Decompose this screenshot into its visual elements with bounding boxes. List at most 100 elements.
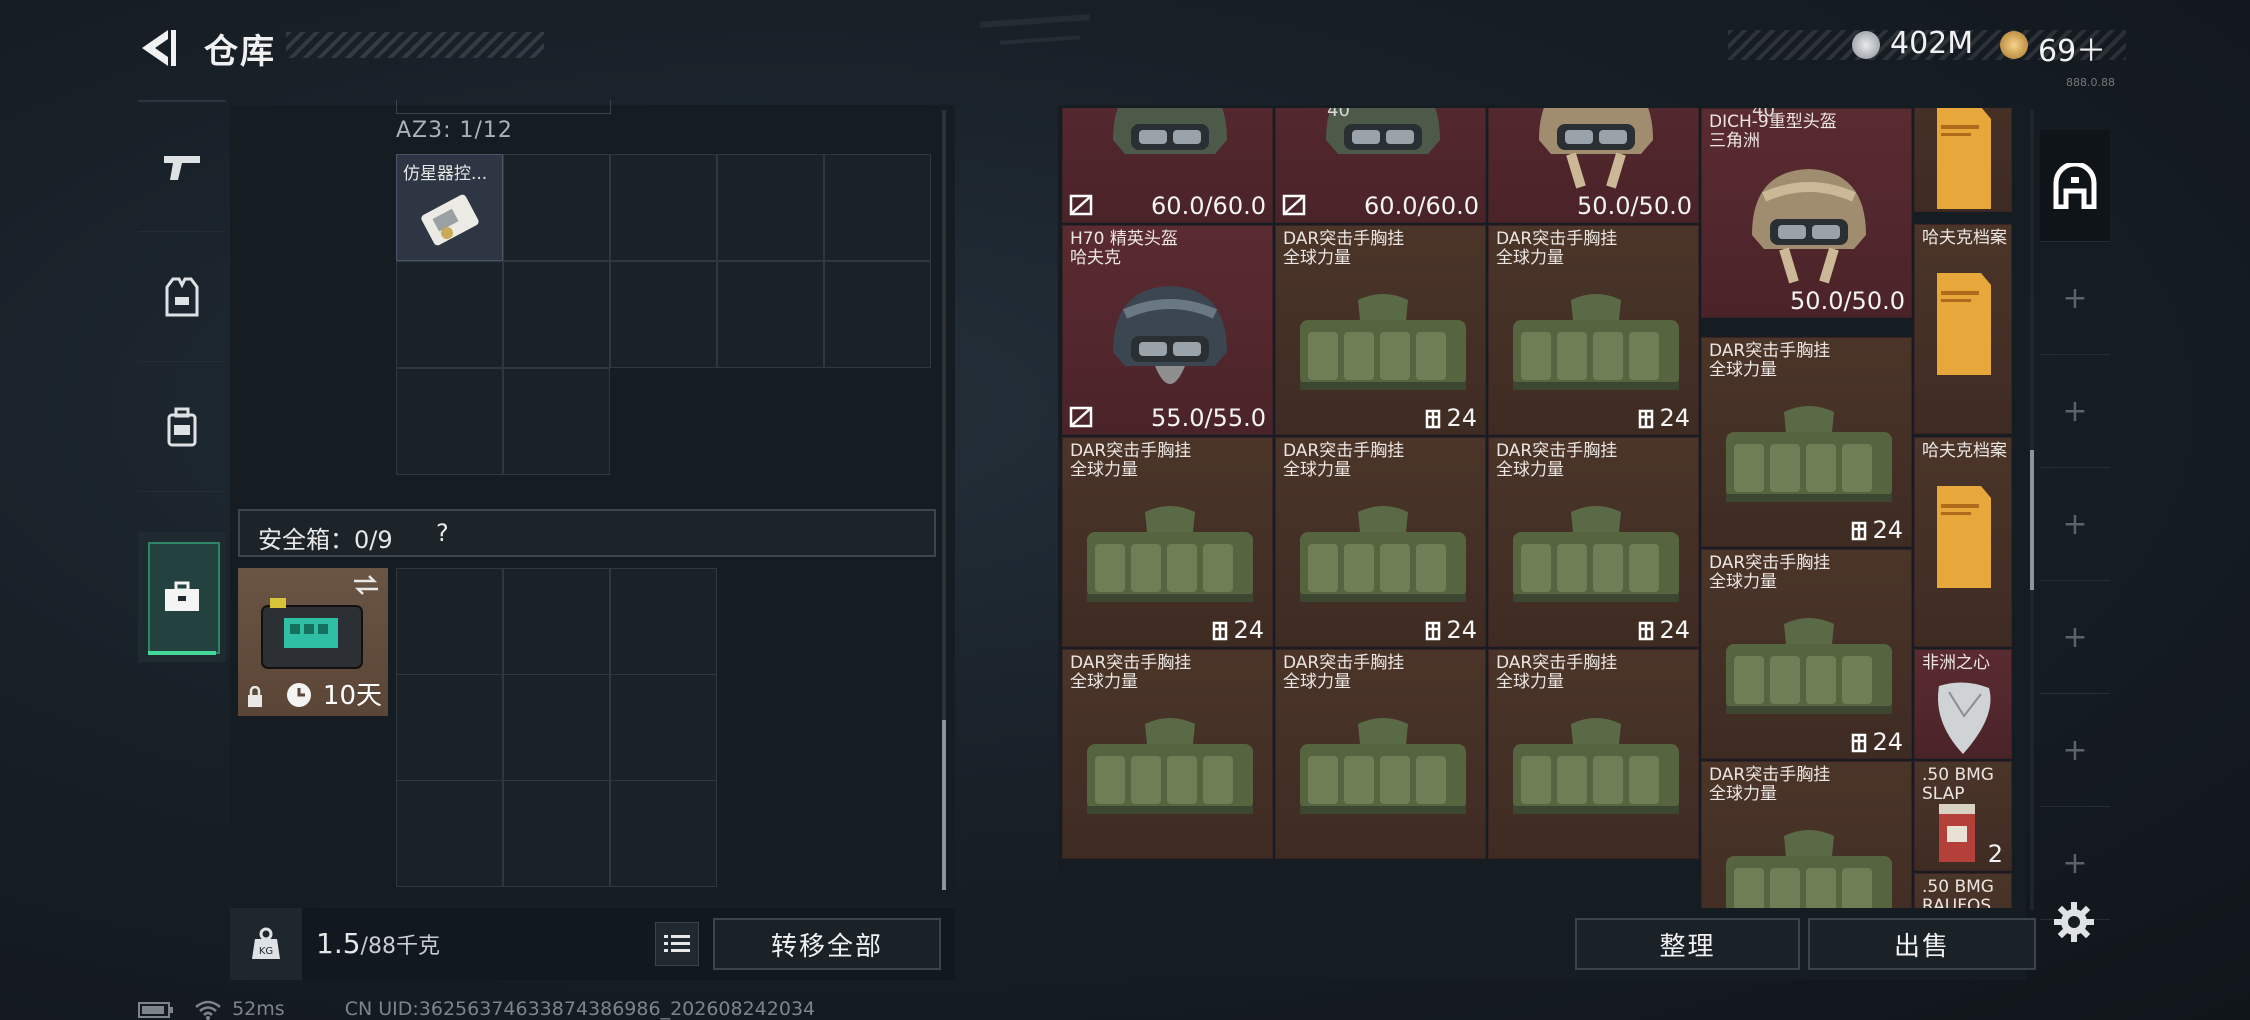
item-name: DAR突击手胸挂 全球力量 <box>1709 765 1831 804</box>
grid-cell[interactable] <box>610 154 717 261</box>
helmet-icon <box>1538 108 1653 189</box>
settings-gear-icon[interactable] <box>2052 900 2096 944</box>
inventory-item[interactable]: .50 BMG SLAP 2 <box>1914 761 2012 871</box>
item-name: 哈夫克档案 <box>1922 228 2007 248</box>
grid-cell[interactable] <box>503 674 610 781</box>
grid-cell[interactable] <box>610 674 717 781</box>
inventory-item[interactable]: DAR突击手胸挂 全球力量 24 <box>1488 437 1699 647</box>
item-name: 非洲之心 <box>1922 653 1990 673</box>
quick-slot[interactable]: + <box>2040 243 2110 355</box>
chest-rig-icon <box>1512 718 1679 814</box>
grid-cell[interactable] <box>503 568 610 675</box>
uid-label: CN UID:362563746338743869​86_20260824203… <box>344 998 816 1020</box>
item-subtitle: 三角洲 <box>1709 131 1760 151</box>
inventory-item[interactable]: DAR突击手胸挂 全球力量 <box>1062 649 1273 859</box>
sell-button[interactable]: 出售 <box>1808 918 2036 970</box>
chest-rig-icon <box>1725 618 1892 714</box>
item-subtitle: 全球力量 <box>1070 672 1138 692</box>
grid-cell[interactable] <box>610 261 717 368</box>
tab-weapon[interactable] <box>138 102 226 232</box>
quick-slot[interactable]: + <box>2040 356 2110 468</box>
capacity-icon <box>1213 621 1228 641</box>
inventory-item[interactable] <box>1914 108 2012 212</box>
quick-slot[interactable]: + <box>2040 582 2110 694</box>
quick-slot-selected[interactable] <box>2040 130 2110 242</box>
sort-button[interactable]: 整理 <box>1575 918 1800 970</box>
stack-count: 24 <box>1637 616 1690 644</box>
scrollbar-thumb[interactable] <box>942 720 946 890</box>
stack-count: 24 <box>1850 516 1903 544</box>
tab-backpack[interactable] <box>138 362 226 492</box>
inventory-item[interactable]: DAR突击手胸挂 全球力量 24 <box>1275 437 1486 647</box>
side-tabs <box>138 100 226 672</box>
weight-current: 1.5 <box>316 927 361 960</box>
inventory-item[interactable]: 非洲之心 <box>1914 649 2012 759</box>
durability-value: 50.0/50.0 <box>1790 287 1905 315</box>
diamond-icon <box>1938 682 1991 754</box>
version-label: 888.0.88 <box>2066 76 2115 89</box>
controller-device-icon <box>421 194 479 246</box>
grid-cell[interactable] <box>396 780 503 887</box>
inventory-item[interactable]: GT5 指挥官头盔全球力量 60.0/60.0 <box>1062 108 1273 223</box>
inventory-item[interactable]: 仿星器控... <box>396 154 503 261</box>
grid-cell[interactable] <box>717 154 824 261</box>
item-name: DAR突击手胸挂 全球力量 <box>1283 653 1405 692</box>
item-name: DAR突击手胸挂 全球力量 <box>1709 553 1831 592</box>
chest-rig-icon <box>1512 294 1679 390</box>
grid-cell[interactable] <box>824 261 931 368</box>
inventory-item[interactable]: DICH-9重型头盔三角洲 50.0/50.0 <box>1488 108 1699 223</box>
grid-cell[interactable] <box>503 368 610 475</box>
chest-rig-icon <box>1086 718 1253 814</box>
help-icon[interactable]: ? <box>436 519 449 547</box>
inventory-item[interactable]: GT5 指挥官头盔全球力量 60.0/60.0 <box>1275 108 1486 223</box>
stack-count: 24 <box>1850 728 1903 756</box>
silver-coin-icon <box>1852 31 1880 59</box>
grid-cell[interactable] <box>503 780 610 887</box>
item-subtitle: RAUFOS <box>1922 896 1992 909</box>
inventory-item[interactable]: DAR突击手胸挂 全球力量 24 <box>1488 225 1699 435</box>
inventory-item[interactable]: DICH-9重型头盔三角洲 50.0/50.0 <box>1701 108 1912 318</box>
grid-cell[interactable] <box>503 261 610 368</box>
clock-icon <box>287 683 311 707</box>
gold-currency-value[interactable]: 69＋ <box>2038 26 2106 70</box>
swap-icon[interactable] <box>352 574 380 596</box>
inventory-item[interactable]: .50 BMG RAUFOS <box>1914 873 2012 908</box>
quick-slot[interactable]: + <box>2040 695 2110 807</box>
grid-cell[interactable] <box>396 568 503 675</box>
grid-cell[interactable] <box>824 154 931 261</box>
safebox-item[interactable]: 10天 <box>238 568 388 716</box>
durability-value: 50.0/50.0 <box>1577 192 1692 220</box>
list-view-button[interactable] <box>655 922 699 966</box>
grid-cell[interactable] <box>610 568 717 675</box>
title-decoration <box>286 32 544 58</box>
quick-slot[interactable]: + <box>2040 469 2110 581</box>
tab-safebox[interactable] <box>138 532 226 662</box>
stash-scrollbar-thumb[interactable] <box>2030 450 2034 590</box>
inventory-item[interactable]: DAR突击手胸挂 全球力量 <box>1488 649 1699 859</box>
grid-cell[interactable] <box>610 780 717 887</box>
inventory-item[interactable]: H70 精英头盔 哈夫克 55.0/55.0 <box>1062 225 1273 435</box>
document-folder-icon <box>1937 273 1991 375</box>
document-folder-icon <box>1937 108 1991 209</box>
grid-cell[interactable] <box>396 674 503 781</box>
inventory-item[interactable]: 哈夫克档案 <box>1914 437 2012 647</box>
silver-currency-value: 402M <box>1890 26 1974 61</box>
grid-cell[interactable] <box>717 261 824 368</box>
inventory-item[interactable]: 哈夫克档案 <box>1914 224 2012 434</box>
count-value: 2 <box>1987 840 2003 868</box>
inventory-item[interactable]: DAR突击手胸挂 全球力量 24 <box>1701 549 1912 759</box>
tab-armor[interactable] <box>138 232 226 362</box>
inventory-item[interactable]: DAR突击手胸挂 全球力量 24 <box>1701 337 1912 547</box>
item-name: DAR突击手胸挂 全球力量 <box>1283 441 1405 480</box>
inventory-item[interactable]: DAR突击手胸挂 全球力量 24 <box>1062 437 1273 647</box>
inventory-item[interactable]: DAR突击手胸挂 全球力量 <box>1275 649 1486 859</box>
transfer-all-button[interactable]: 转移全部 <box>713 918 941 970</box>
grid-cell[interactable] <box>503 154 610 261</box>
grid-cell[interactable] <box>396 368 503 475</box>
weight-lock-button[interactable]: KG <box>230 908 302 980</box>
back-arrow-icon[interactable] <box>138 26 182 70</box>
durability-broken-icon <box>1069 194 1093 216</box>
inventory-item[interactable]: DAR突击手胸挂 全球力量 <box>1701 761 1912 908</box>
grid-cell[interactable] <box>396 261 503 368</box>
inventory-item[interactable]: DAR突击手胸挂 全球力量 24 <box>1275 225 1486 435</box>
